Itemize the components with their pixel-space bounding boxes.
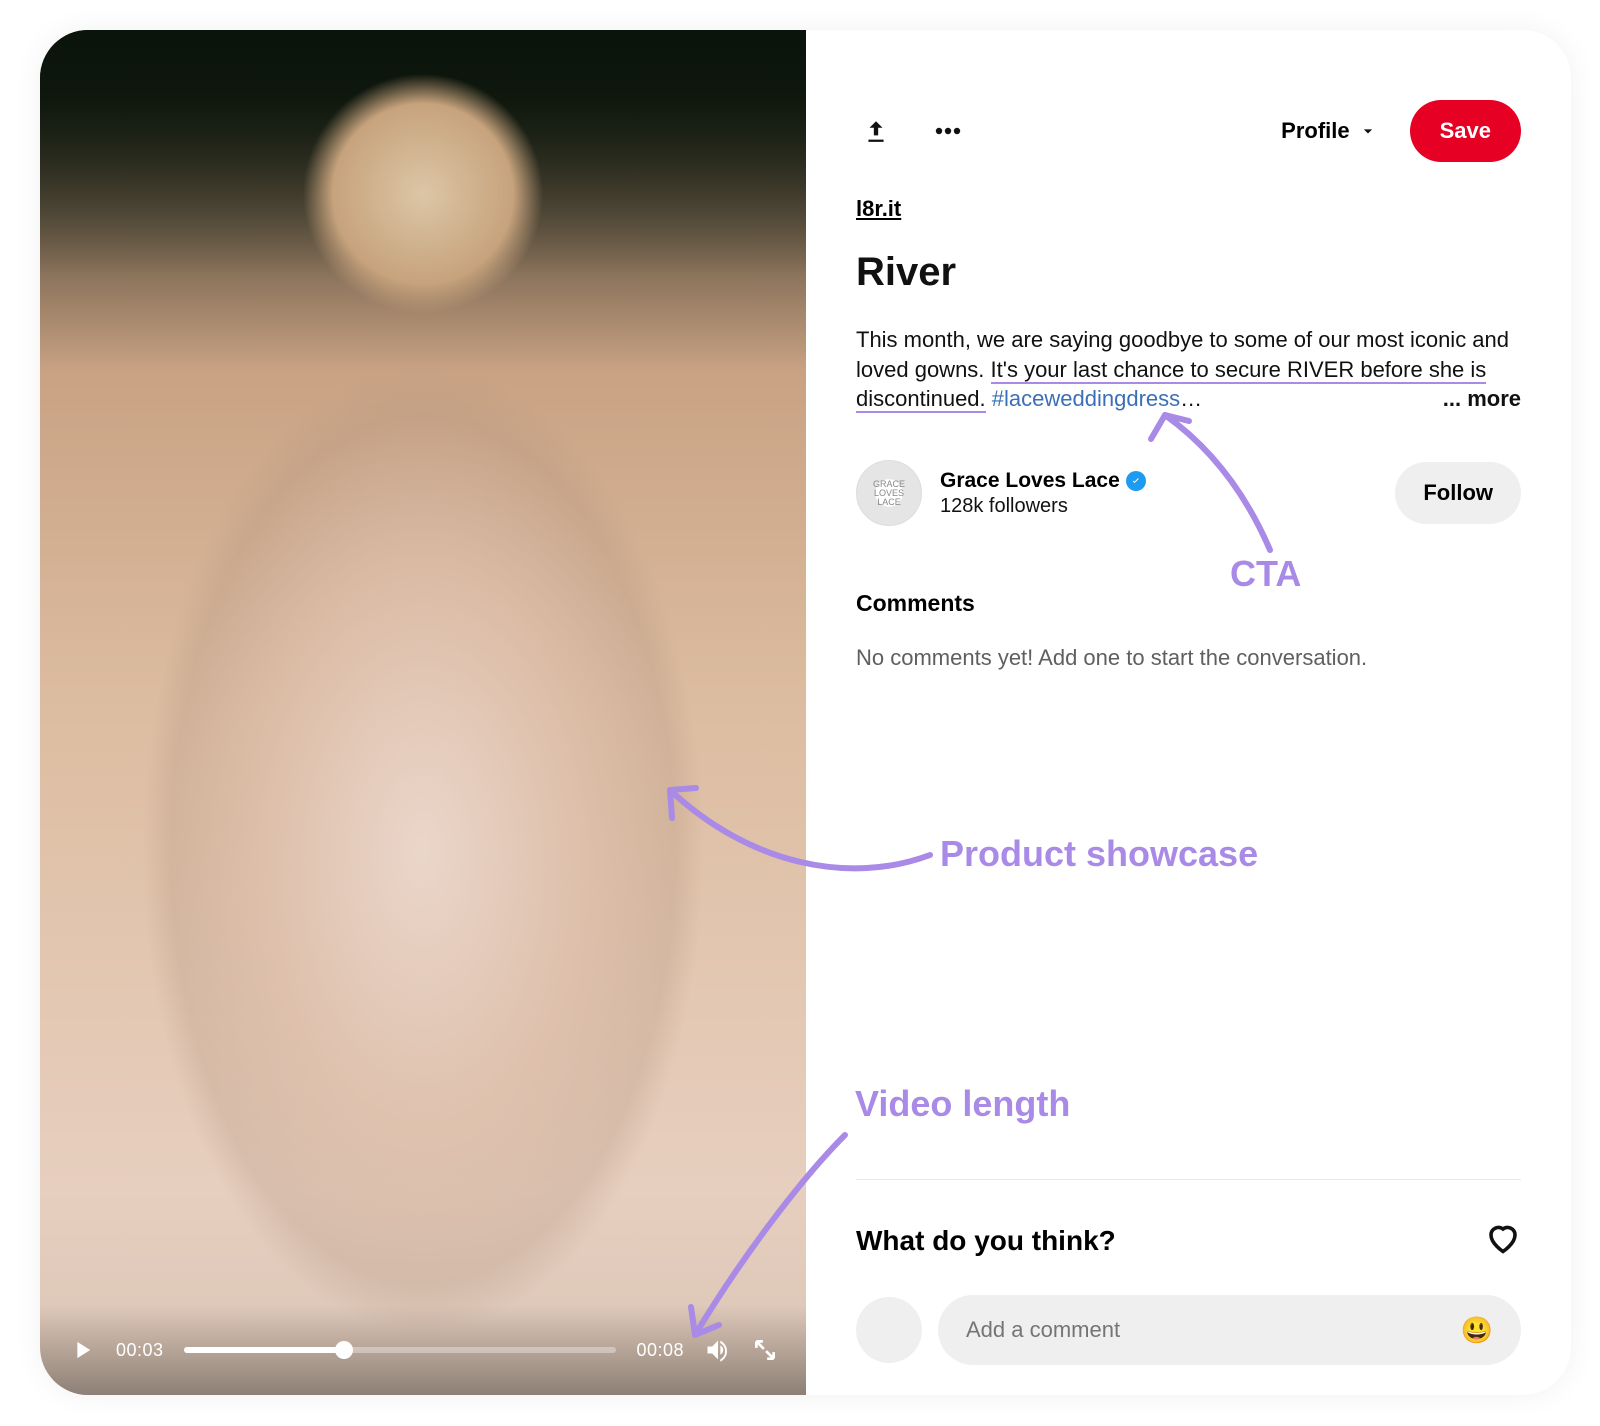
author-info: Grace Loves Lace 128k followers: [940, 469, 1146, 518]
video-progress-fill: [184, 1347, 344, 1353]
share-icon[interactable]: [856, 111, 896, 151]
comment-input[interactable]: [966, 1317, 1461, 1343]
author-followers: 128k followers: [940, 495, 1146, 518]
verified-badge-icon: [1126, 471, 1146, 491]
profile-label: Profile: [1281, 118, 1349, 144]
video-progress[interactable]: [184, 1347, 617, 1353]
fullscreen-icon[interactable]: [752, 1337, 778, 1363]
pin-details: Profile Save l8r.it River This month, we…: [806, 30, 1571, 1395]
pin-description: This month, we are saying goodbye to som…: [856, 325, 1521, 414]
source-link[interactable]: l8r.it: [856, 196, 1521, 222]
pin-topbar: Profile Save: [856, 100, 1521, 162]
comment-prompt: What do you think?: [856, 1225, 1116, 1257]
more-icon[interactable]: [928, 111, 968, 151]
emoji-icon[interactable]: 😃: [1461, 1315, 1493, 1346]
pin-title: River: [856, 250, 1521, 295]
author-name-row[interactable]: Grace Loves Lace: [940, 469, 1146, 493]
desc-hashtag[interactable]: #laceweddingdress: [992, 386, 1180, 411]
comment-input-wrapper[interactable]: 😃: [938, 1295, 1521, 1365]
save-button[interactable]: Save: [1410, 100, 1521, 162]
video-current-time: 00:03: [116, 1340, 164, 1361]
profile-selector[interactable]: Profile: [1281, 118, 1377, 144]
author-row: GRACELOVESLACE Grace Loves Lace 128k fol…: [856, 460, 1521, 526]
follow-button[interactable]: Follow: [1395, 462, 1521, 524]
video-total-time: 00:08: [636, 1340, 684, 1361]
pin-video[interactable]: 00:03 00:08: [40, 30, 806, 1395]
author-avatar[interactable]: GRACELOVESLACE: [856, 460, 922, 526]
more-button[interactable]: ... more: [1443, 384, 1521, 414]
chevron-down-icon: [1358, 121, 1378, 141]
heart-icon[interactable]: [1485, 1220, 1521, 1261]
play-icon[interactable]: [68, 1336, 96, 1364]
video-controls: 00:03 00:08: [40, 1305, 806, 1395]
comment-composer: What do you think? 😃: [856, 1179, 1521, 1365]
comments-heading: Comments: [856, 590, 1521, 617]
author-name: Grace Loves Lace: [940, 469, 1120, 493]
volume-icon[interactable]: [704, 1336, 732, 1364]
pin-card: 00:03 00:08 Profile: [40, 30, 1571, 1395]
desc-ellipsis: …: [1180, 386, 1202, 411]
self-avatar[interactable]: [856, 1297, 922, 1363]
comments-empty: No comments yet! Add one to start the co…: [856, 645, 1521, 671]
video-progress-knob[interactable]: [335, 1341, 353, 1359]
